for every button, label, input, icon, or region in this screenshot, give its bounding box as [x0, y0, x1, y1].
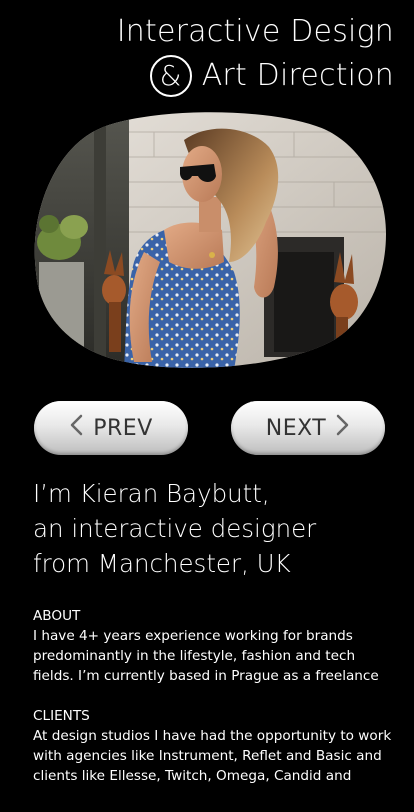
about-line: I have 4+ years experience working for b… — [33, 628, 353, 644]
intro-heading: I’m Kieran Baybutt, an interactive desig… — [33, 476, 393, 581]
about-heading: ABOUT — [33, 608, 81, 624]
intro-line-2: an interactive designer — [33, 514, 317, 543]
next-label: NEXT — [265, 415, 327, 441]
clients-line: clients like Ellesse, Twitch, Omega, Can… — [33, 768, 352, 784]
clients-line: with agencies like Instrument, Reflet an… — [33, 748, 382, 764]
chevron-right-icon — [336, 414, 350, 442]
site-header: Interactive Design & Art Direction — [117, 10, 394, 98]
title-line-1: Interactive Design — [116, 14, 394, 49]
clients-line: At design studios I have had the opportu… — [33, 728, 392, 744]
portrait-photo — [34, 112, 386, 370]
about-section: ABOUT I have 4+ years experience working… — [33, 606, 398, 686]
clients-heading: CLIENTS — [33, 708, 90, 724]
about-line: fields. I’m currently based in Prague as… — [33, 668, 379, 684]
chevron-left-icon — [69, 414, 83, 442]
title-line-2-text: Art Direction — [201, 58, 394, 93]
next-button[interactable]: NEXT — [231, 401, 385, 455]
about-line: predominantly in the lifestyle, fashion … — [33, 648, 356, 664]
intro-line-1: I’m Kieran Baybutt, — [33, 479, 270, 508]
intro-line-3: from Manchester, UK — [33, 549, 291, 578]
prev-button[interactable]: PREV — [34, 401, 188, 455]
clients-section: CLIENTS At design studios I have had the… — [33, 706, 398, 786]
ampersand-logo: & — [149, 55, 192, 97]
title-line-2: & Art Direction — [117, 54, 394, 98]
prev-label: PREV — [93, 415, 153, 441]
